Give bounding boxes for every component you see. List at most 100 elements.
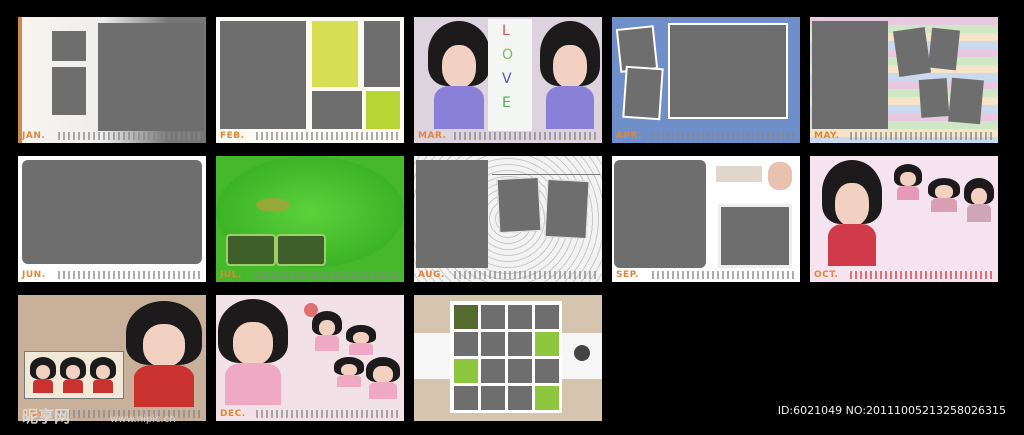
photo-placeholder-hanging: [544, 178, 590, 240]
tree-panel: [312, 21, 358, 87]
grid-cell: [481, 359, 505, 383]
date-strip: [58, 271, 202, 279]
grid-cell: [454, 359, 478, 383]
calendar-card-oct: OCT.: [810, 156, 998, 282]
photo-placeholder-large: [668, 23, 788, 119]
month-label: JUN.: [22, 270, 46, 280]
girl-thumb: [346, 325, 376, 355]
month-label: AUG.: [418, 270, 445, 280]
photo-placeholder-tall: [364, 21, 400, 87]
month-label: JAN.: [22, 131, 46, 141]
photo-placeholder-mid: [312, 91, 362, 129]
photo-placeholder-tilted: [927, 27, 961, 71]
grid-cell: [481, 305, 505, 329]
month-label: FEB.: [220, 131, 245, 141]
girl-thumb: [90, 357, 116, 393]
green-panel: [366, 91, 400, 129]
calendar-card-may: MAY.: [810, 17, 998, 143]
date-strip: [256, 132, 400, 140]
love-column: L O V E: [488, 19, 532, 131]
grid-cell: [508, 359, 532, 383]
calendar-cover: [414, 295, 602, 421]
girl-thumb: [928, 178, 960, 212]
date-strip: [256, 410, 400, 418]
clothes-line: [492, 174, 600, 175]
date-strip: [58, 132, 202, 140]
grid-cell: [481, 332, 505, 356]
calendar-card-jul: JUL.: [216, 156, 404, 282]
date-strip: [256, 271, 400, 279]
girl-thumb: [964, 178, 994, 222]
photo-placeholder-tilted: [892, 26, 932, 78]
grid-cell: [535, 332, 559, 356]
photo-placeholder-large: [220, 21, 306, 129]
grid-cell: [508, 386, 532, 410]
date-strip: [652, 132, 796, 140]
site-url: www.nipic.cn: [110, 414, 176, 425]
photo-placeholder-wide: [98, 23, 204, 131]
love-letter: V: [502, 71, 512, 87]
site-logo: 昵享网: [22, 407, 71, 426]
love-letter: E: [502, 95, 511, 111]
grid-cell: [454, 305, 478, 329]
girl-photo: [540, 21, 600, 129]
girl-thumb: [366, 357, 400, 399]
month-label: MAY.: [814, 131, 840, 141]
love-letter: L: [502, 23, 510, 39]
month-label: MAR.: [418, 131, 447, 141]
photo-placeholder-small: [52, 31, 86, 61]
photo-placeholder-tilted: [918, 78, 950, 118]
photo-placeholder-tilted: [948, 77, 984, 125]
grid-cell: [481, 386, 505, 410]
date-strip: [454, 271, 598, 279]
girl-thumb: [894, 164, 922, 200]
photo-placeholder-left: [416, 160, 488, 268]
month-label: OCT.: [814, 270, 839, 280]
girl-photo: [428, 21, 490, 129]
photo-placeholder-tilted: [622, 65, 664, 121]
girl-thumb: [334, 357, 364, 387]
grid-cell: [508, 332, 532, 356]
calendar-card-mar: L O V E MAR.: [414, 17, 602, 143]
photo-placeholder-hanging: [496, 176, 542, 234]
calendar-card-feb: FEB.: [216, 17, 404, 143]
photo-placeholder-framed: [718, 204, 792, 268]
calendar-card-dec: DEC.: [216, 295, 404, 421]
grid-cell: [535, 386, 559, 410]
girl-thumb: [30, 357, 56, 393]
photo-placeholder-small: [52, 67, 86, 115]
girl-thumb: [60, 357, 86, 393]
girl-photo: [218, 299, 288, 405]
mini-kid-decor: [768, 162, 792, 190]
date-strip: [850, 132, 994, 140]
photo-placeholder-rough-edge: [22, 160, 202, 264]
calendar-card-apr: APR.: [612, 17, 800, 143]
grid-cell: [454, 386, 478, 410]
date-strip: [652, 271, 796, 279]
title-sticker: [716, 166, 762, 182]
photo-placeholder-left: [614, 160, 706, 268]
girl-thumb: [312, 311, 342, 351]
month-label: JUL.: [220, 270, 242, 280]
month-label: SEP.: [616, 270, 639, 280]
month-label: APR.: [616, 131, 643, 141]
photo-placeholder-large: [812, 21, 888, 129]
calendar-card-aug: AUG.: [414, 156, 602, 282]
image-id-watermark: ID:6021049 NO:20111005213258026315: [777, 404, 1006, 417]
calendar-card-jan: JAN.: [18, 17, 206, 143]
photo-placeholder-rounded: [226, 234, 276, 266]
butterfly-decor: [256, 198, 290, 212]
girl-photo: [822, 160, 882, 266]
girl-photo: [126, 301, 202, 407]
month-label: DEC.: [220, 409, 246, 419]
grid-cell: [535, 359, 559, 383]
date-strip: [850, 271, 994, 279]
tree-icon: [574, 345, 590, 361]
grid-cell: [535, 305, 559, 329]
photo-placeholder-rounded: [276, 234, 326, 266]
calendar-card-sep: SEP.: [612, 156, 800, 282]
grid-cell: [508, 305, 532, 329]
love-letter: O: [502, 47, 514, 63]
calendar-card-jun: JUN.: [18, 156, 206, 282]
date-strip: [454, 132, 598, 140]
